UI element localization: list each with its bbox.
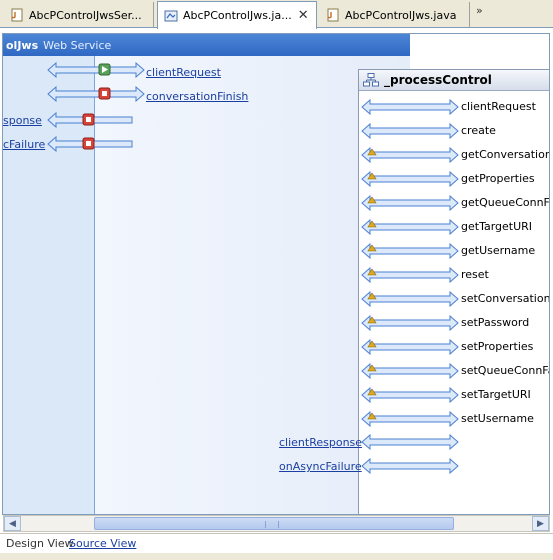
operation-label[interactable]: setConversationID [461,292,549,305]
operation-arrow[interactable] [361,410,459,428]
operation-arrow[interactable] [361,98,459,116]
tab-design-view[interactable]: AbcPControlJws.ja... ✕ [157,1,317,29]
java-file-icon [11,8,23,22]
operation-arrow[interactable] [361,194,459,212]
editor-root: AbcPControlJwsSer... AbcPControlJws.ja..… [0,0,553,560]
view-tabs: Design View Source View [0,533,553,553]
operation-label[interactable]: create [461,124,496,137]
callback-arrow-response[interactable] [47,112,133,128]
callback-link[interactable]: clientResponse [279,436,362,449]
operation-label[interactable]: setPassword [461,316,529,329]
tab-label: AbcPControlJws.java [345,8,457,22]
tab-design-view-mode[interactable]: Design View [6,537,74,550]
tab-overflow-chevron-icon[interactable]: » [476,4,483,17]
web-service-type: Web Service [43,38,112,52]
method-link-conversationFinish[interactable]: conversationFinish [146,90,248,103]
operation-label[interactable]: getProperties [461,172,535,185]
tab-source-view-mode[interactable]: Source View [69,537,136,550]
operation-arrow[interactable] [361,386,459,404]
method-arrow-clientRequest[interactable] [47,62,145,78]
callback-link-response[interactable]: sponse [3,114,42,127]
status-strip [0,553,553,560]
operation-arrow[interactable] [361,122,459,140]
operation-label[interactable]: reset [461,268,489,281]
callback-link-failure[interactable]: cFailure [3,138,45,151]
operation-arrow[interactable] [361,146,459,164]
horizontal-scrollbar[interactable]: ◀ ▶ [3,515,550,532]
process-control-title: _processControl [384,73,492,87]
tab-java-source[interactable]: AbcPControlJws.java [320,2,470,28]
editor-tab-bar: AbcPControlJwsSer... AbcPControlJws.ja..… [0,0,553,29]
operation-label[interactable]: setTargetURI [461,388,531,401]
scroll-right-icon[interactable]: ▶ [532,516,549,531]
callback-arrow-failure[interactable] [47,136,133,152]
scroll-left-icon[interactable]: ◀ [4,516,21,531]
operation-arrow[interactable] [361,314,459,332]
operation-arrow[interactable] [361,338,459,356]
operation-arrow[interactable] [361,290,459,308]
java-file-icon [327,8,339,22]
scrollbar-thumb[interactable] [94,517,454,530]
web-service-name: olJws [6,38,39,52]
process-control-icon [363,73,379,87]
operation-label[interactable]: setQueueConnFac [461,364,549,377]
tab-label: AbcPControlJwsSer... [29,8,142,22]
process-control-header[interactable]: _processControl [359,70,549,91]
operation-arrow[interactable] [361,362,459,380]
operation-arrow[interactable] [361,170,459,188]
operation-label[interactable]: setProperties [461,340,533,353]
scrollbar-grip [265,521,279,528]
operation-label[interactable]: getTargetURI [461,220,532,233]
web-service-header: olJws Web Service [3,34,410,56]
design-canvas[interactable]: olJws Web Service clientRequest conversa… [2,33,550,515]
callback-arrow[interactable] [361,457,459,475]
operation-label[interactable]: getQueueConnFac [461,196,549,209]
operation-label[interactable]: getUsername [461,244,535,257]
design-view-icon [164,10,178,21]
method-arrow-conversationFinish[interactable] [47,86,145,102]
callback-arrow[interactable] [361,433,459,451]
close-icon[interactable]: ✕ [298,8,309,23]
operation-label[interactable]: setUsername [461,412,534,425]
callback-link[interactable]: onAsyncFailure [279,460,362,473]
tab-service-java[interactable]: AbcPControlJwsSer... [4,2,154,28]
operation-arrow[interactable] [361,242,459,260]
method-link-clientRequest[interactable]: clientRequest [146,66,221,79]
operation-label[interactable]: getConversationID [461,148,549,161]
operation-label[interactable]: clientRequest [461,100,536,113]
operation-arrow[interactable] [361,218,459,236]
tab-label: AbcPControlJws.ja... [183,9,292,22]
operation-arrow[interactable] [361,266,459,284]
